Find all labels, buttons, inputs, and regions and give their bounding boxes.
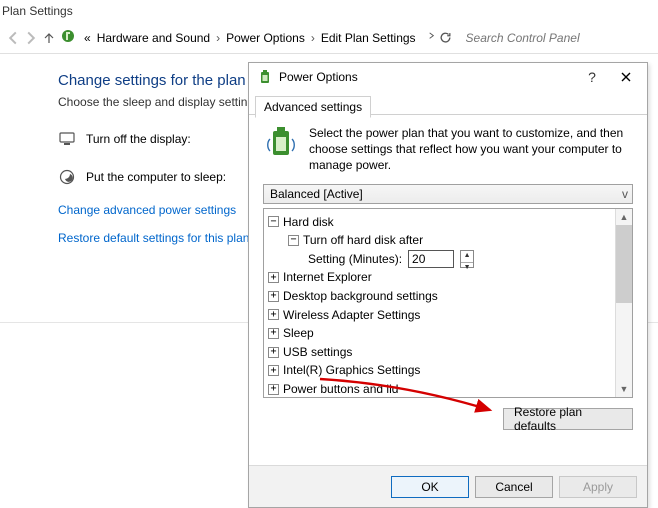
search-input[interactable]: [464, 27, 652, 49]
sleep-icon: [58, 168, 76, 186]
window-titlebar: Plan Settings: [0, 0, 658, 22]
back-arrow-icon[interactable]: [6, 31, 20, 45]
restore-row: Restore plan defaults: [263, 398, 633, 436]
power-plan-large-icon: [263, 125, 299, 161]
chevron-down-icon: v: [622, 187, 628, 201]
chevron-right-icon: ›: [216, 31, 220, 45]
breadcrumb-item[interactable]: Hardware and Sound: [97, 31, 210, 45]
power-options-dialog: Power Options ? Advanced settings Select…: [248, 62, 648, 508]
battery-icon: [257, 69, 273, 85]
forward-arrow-icon[interactable]: [24, 31, 38, 45]
breadcrumb-item[interactable]: Edit Plan Settings: [321, 31, 416, 45]
breadcrumb-lead: «: [84, 31, 91, 45]
scroll-thumb[interactable]: [616, 225, 632, 303]
apply-button[interactable]: Apply: [559, 476, 637, 498]
scroll-track[interactable]: [616, 303, 632, 381]
cancel-button[interactable]: Cancel: [475, 476, 553, 498]
display-icon: [58, 130, 76, 148]
tree-node-turn-off-hd[interactable]: Turn off hard disk after: [303, 231, 423, 250]
expand-icon[interactable]: +: [268, 328, 279, 339]
scroll-down-icon[interactable]: ▼: [616, 381, 632, 397]
tree-leaf-label: Setting (Minutes):: [308, 250, 402, 269]
tree-node-sleep[interactable]: Sleep: [283, 324, 314, 343]
setting-label: Turn off the display:: [86, 132, 256, 146]
setting-label: Put the computer to sleep:: [86, 170, 256, 184]
minutes-spinner-value[interactable]: 20: [408, 250, 454, 268]
plan-select-value: Balanced [Active]: [270, 187, 363, 201]
settings-tree-wrap: −Hard disk −Turn off hard disk after Set…: [263, 208, 633, 398]
expand-icon[interactable]: +: [268, 365, 279, 376]
tree-node-wireless[interactable]: Wireless Adapter Settings: [283, 306, 420, 325]
tab-strip: Advanced settings: [249, 91, 647, 115]
dialog-button-bar: OK Cancel Apply: [249, 465, 647, 507]
dialog-titlebar[interactable]: Power Options ?: [249, 63, 647, 91]
tree-node-ie[interactable]: Internet Explorer: [283, 268, 372, 287]
window-title: Plan Settings: [2, 4, 73, 18]
restore-defaults-button[interactable]: Restore plan defaults: [503, 408, 633, 430]
tree-scrollbar[interactable]: ▲ ▼: [615, 209, 632, 397]
tab-advanced[interactable]: Advanced settings: [255, 96, 371, 118]
tree-node-power-buttons[interactable]: Power buttons and lid: [283, 380, 398, 397]
expand-icon[interactable]: +: [268, 309, 279, 320]
close-button[interactable]: [609, 66, 643, 88]
collapse-icon[interactable]: −: [288, 235, 299, 246]
breadcrumb-item[interactable]: Power Options: [226, 31, 305, 45]
dialog-title: Power Options: [279, 70, 575, 84]
collapse-icon[interactable]: −: [268, 216, 279, 227]
search-input-wrap: [464, 27, 652, 49]
intro-text: Select the power plan that you want to c…: [309, 125, 633, 174]
nav-toolbar: « Hardware and Sound › Power Options › E…: [0, 22, 658, 54]
chevron-right-icon: ›: [311, 31, 315, 45]
expand-icon[interactable]: +: [268, 384, 279, 395]
breadcrumb[interactable]: « Hardware and Sound › Power Options › E…: [84, 31, 416, 45]
power-plan-icon: [60, 28, 76, 47]
up-arrow-icon[interactable]: [42, 31, 56, 45]
tree-node-usb[interactable]: USB settings: [283, 343, 352, 362]
expand-icon[interactable]: +: [268, 272, 279, 283]
tree-node-hard-disk[interactable]: Hard disk: [283, 213, 334, 232]
scroll-up-icon[interactable]: ▲: [616, 209, 632, 225]
expand-icon[interactable]: +: [268, 291, 279, 302]
tree-node-intel-graphics[interactable]: Intel(R) Graphics Settings: [283, 361, 420, 380]
minutes-spinner-buttons[interactable]: ▲▼: [460, 250, 474, 268]
settings-tree[interactable]: −Hard disk −Turn off hard disk after Set…: [264, 209, 615, 397]
tree-node-desktop-bg[interactable]: Desktop background settings: [283, 287, 438, 306]
dialog-content: Select the power plan that you want to c…: [249, 115, 647, 465]
intro-block: Select the power plan that you want to c…: [263, 125, 633, 174]
expand-icon[interactable]: +: [268, 347, 279, 358]
help-button[interactable]: ?: [575, 66, 609, 88]
power-plan-select[interactable]: Balanced [Active] v: [263, 184, 633, 204]
refresh-dropdown[interactable]: [426, 31, 452, 44]
ok-button[interactable]: OK: [391, 476, 469, 498]
